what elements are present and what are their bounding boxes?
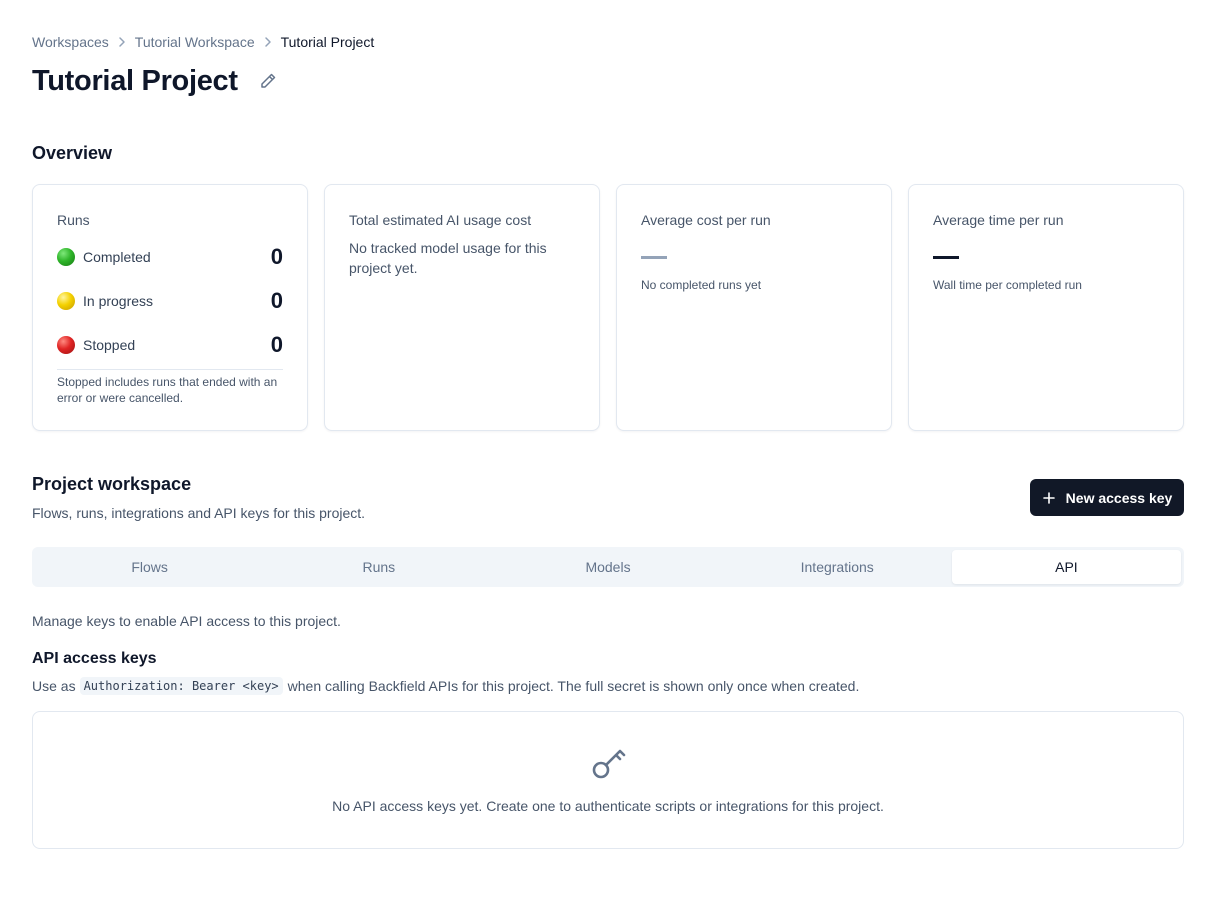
key-icon [589, 745, 629, 785]
avg-cost-label: Average cost per run [641, 212, 771, 228]
avg-cost-sub: No completed runs yet [641, 278, 762, 292]
breadcrumb-item-workspace[interactable]: Tutorial Workspace [135, 34, 255, 50]
tab-flows[interactable]: Flows [35, 550, 264, 584]
project-workspace-subtitle: Flows, runs, integrations and API keys f… [32, 505, 366, 521]
overview-title: Overview [32, 143, 113, 163]
in-progress-row: In progress 0 [57, 288, 283, 314]
in-progress-count: 0 [270, 288, 283, 313]
new-access-key-button[interactable]: New access key [1030, 479, 1184, 516]
api-keys-empty-state: No API access keys yet. Create one to au… [32, 711, 1184, 849]
project-workspace-title: Project workspace [32, 474, 192, 494]
in-progress-status-dot [57, 292, 75, 310]
avg-time-card: Average time per run Wall time per compl… [908, 184, 1184, 431]
breadcrumb-item-workspaces[interactable]: Workspaces [32, 34, 109, 50]
breadcrumb-current: Tutorial Project [280, 34, 375, 50]
pencil-icon[interactable] [256, 69, 280, 93]
completed-row: Completed 0 [57, 244, 283, 270]
new-access-key-label: New access key [1065, 489, 1173, 506]
avg-cost-empty-dash [641, 256, 667, 259]
api-description: Manage keys to enable API access to this… [32, 613, 341, 629]
api-usage-prefix: Use as [32, 678, 76, 694]
stopped-count: 0 [270, 332, 283, 357]
tab-api[interactable]: API [951, 550, 1182, 584]
completed-count: 0 [270, 244, 283, 269]
completed-status-dot [57, 248, 75, 266]
cost-card: Total estimated AI usage cost No tracked… [324, 184, 600, 431]
page-header: Tutorial Project [32, 62, 280, 100]
avg-time-empty-dash [933, 256, 959, 259]
stopped-label: Stopped [83, 337, 136, 353]
avg-time-label: Average time per run [933, 212, 1064, 228]
runs-card: Runs Completed 0 In progress 0 Stopped 0… [32, 184, 308, 431]
empty-state-text: No API access keys yet. Create one to au… [332, 798, 884, 814]
stopped-row: Stopped 0 [57, 332, 283, 358]
in-progress-label: In progress [83, 293, 154, 309]
tab-models[interactable]: Models [493, 550, 722, 584]
runs-label: Runs [57, 212, 90, 228]
avg-time-sub: Wall time per completed run [933, 278, 1082, 292]
plus-icon [1042, 491, 1056, 505]
page-title: Tutorial Project [32, 64, 238, 97]
workspace-tabs: Flows Runs Models Integrations API [32, 547, 1184, 587]
completed-label: Completed [83, 249, 151, 265]
api-usage-text: Use as Authorization: Bearer <key> when … [32, 677, 859, 695]
cost-body: No tracked model usage for this project … [349, 240, 547, 276]
runs-note: Stopped includes runs that ended with an… [57, 375, 278, 405]
stopped-status-dot [57, 336, 75, 354]
chevron-right-icon [109, 35, 135, 49]
chevron-right-icon [255, 35, 281, 49]
divider [57, 369, 283, 370]
tab-integrations[interactable]: Integrations [723, 550, 952, 584]
breadcrumb: Workspaces Tutorial Workspace Tutorial P… [32, 33, 374, 51]
api-keys-heading: API access keys [32, 650, 157, 667]
auth-header-code: Authorization: Bearer <key> [79, 677, 283, 695]
tab-runs[interactable]: Runs [264, 550, 493, 584]
api-usage-suffix: when calling Backfield APIs for this pro… [287, 678, 860, 694]
avg-cost-card: Average cost per run No completed runs y… [616, 184, 892, 431]
cost-label: Total estimated AI usage cost [349, 212, 532, 228]
